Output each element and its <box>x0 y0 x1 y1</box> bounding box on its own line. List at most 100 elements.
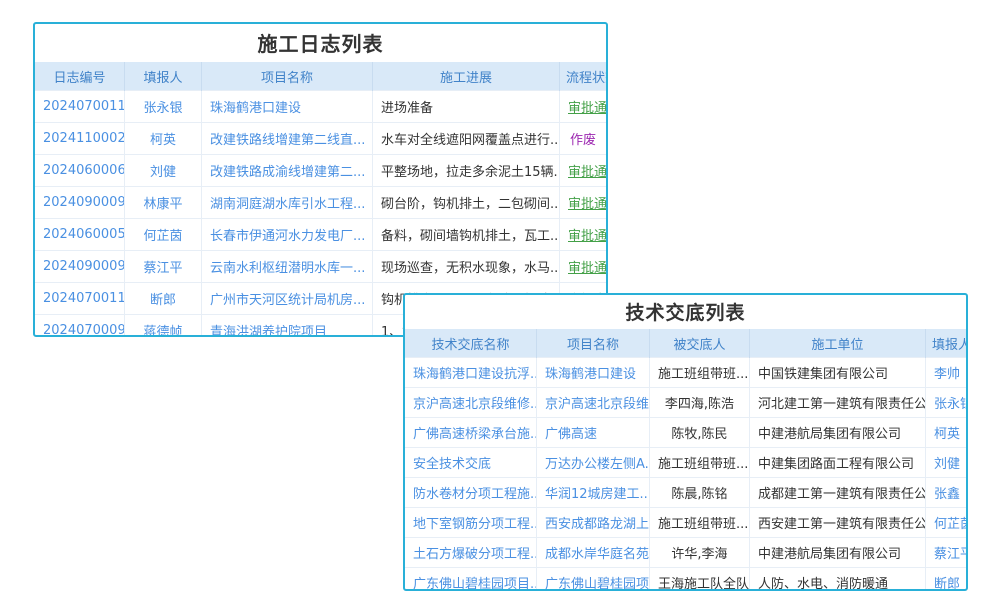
log_id-link[interactable]: 2024090009 <box>43 195 125 210</box>
reporter-link[interactable]: 张永银 <box>934 397 966 412</box>
cell-receiver: 许华,李海 <box>650 538 750 568</box>
cell-status: 审批通过 <box>560 155 607 187</box>
cell-unit: 中国铁建集团有限公司 <box>750 358 926 388</box>
cell-project: 长春市伊通河水力发电厂... <box>202 219 373 251</box>
reporter-link[interactable]: 蔡江平 <box>143 261 182 276</box>
name-link[interactable]: 防水卷材分项工程施... <box>413 487 537 502</box>
reporter-link[interactable]: 断郎 <box>150 293 176 308</box>
name-link[interactable]: 广东佛山碧桂园项目... <box>413 577 537 591</box>
construction-log-panel: 施工日志列表 日志编号填报人项目名称施工进展流程状态 2024070011张永银… <box>33 22 608 337</box>
status-link[interactable]: 审批通过 <box>568 197 606 212</box>
name-link[interactable]: 珠海鹤港口建设抗浮... <box>413 367 537 382</box>
cell-unit: 成都建工第一建筑有限责任公司 <box>750 478 926 508</box>
status-link[interactable]: 审批通过 <box>568 165 606 180</box>
reporter-link[interactable]: 何芷茵 <box>934 517 966 532</box>
cell-log_id: 2024110002 <box>35 123 125 155</box>
status-link[interactable]: 作废 <box>570 133 596 148</box>
project-link[interactable]: 云南水利枢纽潜明水库一... <box>210 261 365 276</box>
log_id-link[interactable]: 2024060005 <box>43 227 125 242</box>
status-link[interactable]: 审批通过 <box>568 229 606 244</box>
reporter-link[interactable]: 张鑫 <box>934 487 960 502</box>
table-row: 防水卷材分项工程施... 华润12城房建工... 陈晨,陈铭 成都建工第一建筑有限责任… <box>405 478 966 508</box>
reporter-link[interactable]: 柯英 <box>934 427 960 442</box>
receiver-text: 施工班组带班... <box>658 367 748 382</box>
tech-disclosure-header: 技术交底名称项目名称被交底人施工单位填报人 <box>405 329 966 358</box>
log_id-link[interactable]: 2024070011 <box>43 291 125 306</box>
cell-project: 青海洪湖养护院项目 <box>202 315 373 338</box>
project-link[interactable]: 华润12城房建工... <box>545 487 650 502</box>
project-link[interactable]: 京沪高速北京段维修 <box>545 397 650 412</box>
table-row: 广东佛山碧桂园项目...广东佛山碧桂园项目王海施工队全队人防、水电、消防暖通断郎 <box>405 568 966 592</box>
cell-project: 京沪高速北京段维修 <box>537 388 650 418</box>
column-header-reporter: 填报人 <box>926 329 967 358</box>
cell-reporter: 柯英 <box>125 123 202 155</box>
cell-log_id: 2024070011 <box>35 91 125 123</box>
project-link[interactable]: 广州市天河区统计局机房... <box>210 293 365 308</box>
project-link[interactable]: 成都水岸华庭名苑... <box>545 547 650 562</box>
reporter-link[interactable]: 林康平 <box>143 197 182 212</box>
reporter-link[interactable]: 柯英 <box>150 133 176 148</box>
reporter-link[interactable]: 刘健 <box>150 165 176 180</box>
cell-reporter: 李帅 <box>926 358 967 388</box>
reporter-link[interactable]: 蒋德帧 <box>143 325 182 337</box>
column-header-unit: 施工单位 <box>750 329 926 358</box>
receiver-text: 陈晨,陈铭 <box>671 487 727 502</box>
cell-receiver: 施工班组带班... <box>650 508 750 538</box>
unit-text: 河北建工第一建筑有限责任公司 <box>758 397 926 412</box>
cell-reporter: 柯英 <box>926 418 967 448</box>
reporter-link[interactable]: 蔡江平 <box>934 547 966 562</box>
reporter-link[interactable]: 断郎 <box>934 577 960 591</box>
unit-text: 成都建工第一建筑有限责任公司 <box>758 487 926 502</box>
log_id-link[interactable]: 2024070011 <box>43 99 125 114</box>
name-link[interactable]: 土石方爆破分项工程... <box>413 547 537 562</box>
cell-reporter: 蔡江平 <box>926 538 967 568</box>
name-link[interactable]: 安全技术交底 <box>413 457 491 472</box>
cell-reporter: 断郎 <box>926 568 967 592</box>
project-link[interactable]: 改建铁路线增建第二线直... <box>210 133 365 148</box>
project-link[interactable]: 广东佛山碧桂园项目 <box>545 577 650 591</box>
project-link[interactable]: 青海洪湖养护院项目 <box>210 325 327 337</box>
table-row: 2024070011 张永银 珠海鹤港口建设 进场准备审批通过 <box>35 91 606 123</box>
column-header-project: 项目名称 <box>537 329 650 358</box>
cell-log_id: 2024060006 <box>35 155 125 187</box>
table-row: 土石方爆破分项工程...成都水岸华庭名苑...许华,李海中建港航局集团有限公司蔡… <box>405 538 966 568</box>
project-link[interactable]: 万达办公楼左侧A... <box>545 457 650 472</box>
project-link[interactable]: 长春市伊通河水力发电厂... <box>210 229 365 244</box>
column-header-project: 项目名称 <box>202 62 373 91</box>
project-link[interactable]: 改建铁路成渝线增建第二... <box>210 165 365 180</box>
progress-text: 备料，砌间墙钩机排土，瓦工... <box>381 229 560 244</box>
project-link[interactable]: 广佛高速 <box>545 427 597 442</box>
reporter-link[interactable]: 李帅 <box>934 367 960 382</box>
project-link[interactable]: 西安成都路龙湖上... <box>545 517 650 532</box>
cell-project: 广东佛山碧桂园项目 <box>537 568 650 592</box>
log_id-link[interactable]: 2024070009 <box>43 323 125 337</box>
cell-progress: 进场准备 <box>373 91 560 123</box>
log_id-link[interactable]: 2024110002 <box>43 131 125 146</box>
log_id-link[interactable]: 2024090009 <box>43 259 125 274</box>
project-link[interactable]: 珠海鹤港口建设 <box>545 367 636 382</box>
cell-status: 作废 <box>560 123 607 155</box>
reporter-link[interactable]: 刘健 <box>934 457 960 472</box>
cell-receiver: 施工班组带班... <box>650 448 750 478</box>
table-row: 2024090009 蔡江平 云南水利枢纽潜明水库一... 现场巡查，无积水现象，水马… <box>35 251 606 283</box>
column-header-log_id: 日志编号 <box>35 62 125 91</box>
log_id-link[interactable]: 2024060006 <box>43 163 125 178</box>
receiver-text: 陈牧,陈民 <box>671 427 727 442</box>
status-link[interactable]: 审批通过 <box>568 101 606 116</box>
reporter-link[interactable]: 何芷茵 <box>143 229 182 244</box>
project-link[interactable]: 珠海鹤港口建设 <box>210 101 301 116</box>
project-link[interactable]: 湖南洞庭湖水库引水工程... <box>210 197 365 212</box>
cell-reporter: 刘健 <box>125 155 202 187</box>
cell-project: 广佛高速 <box>537 418 650 448</box>
status-link[interactable]: 审批通过 <box>568 261 606 276</box>
cell-receiver: 施工班组带班... <box>650 358 750 388</box>
cell-project: 改建铁路成渝线增建第二... <box>202 155 373 187</box>
name-link[interactable]: 广佛高速桥梁承台施... <box>413 427 537 442</box>
progress-text: 现场巡查，无积水现象，水马... <box>381 261 560 276</box>
construction-log-header: 日志编号填报人项目名称施工进展流程状态 <box>35 62 606 91</box>
name-link[interactable]: 京沪高速北京段维修... <box>413 397 537 412</box>
reporter-link[interactable]: 张永银 <box>143 101 182 116</box>
cell-project: 珠海鹤港口建设 <box>537 358 650 388</box>
tech-disclosure-title: 技术交底列表 <box>405 295 966 329</box>
name-link[interactable]: 地下室钢筋分项工程... <box>413 517 537 532</box>
